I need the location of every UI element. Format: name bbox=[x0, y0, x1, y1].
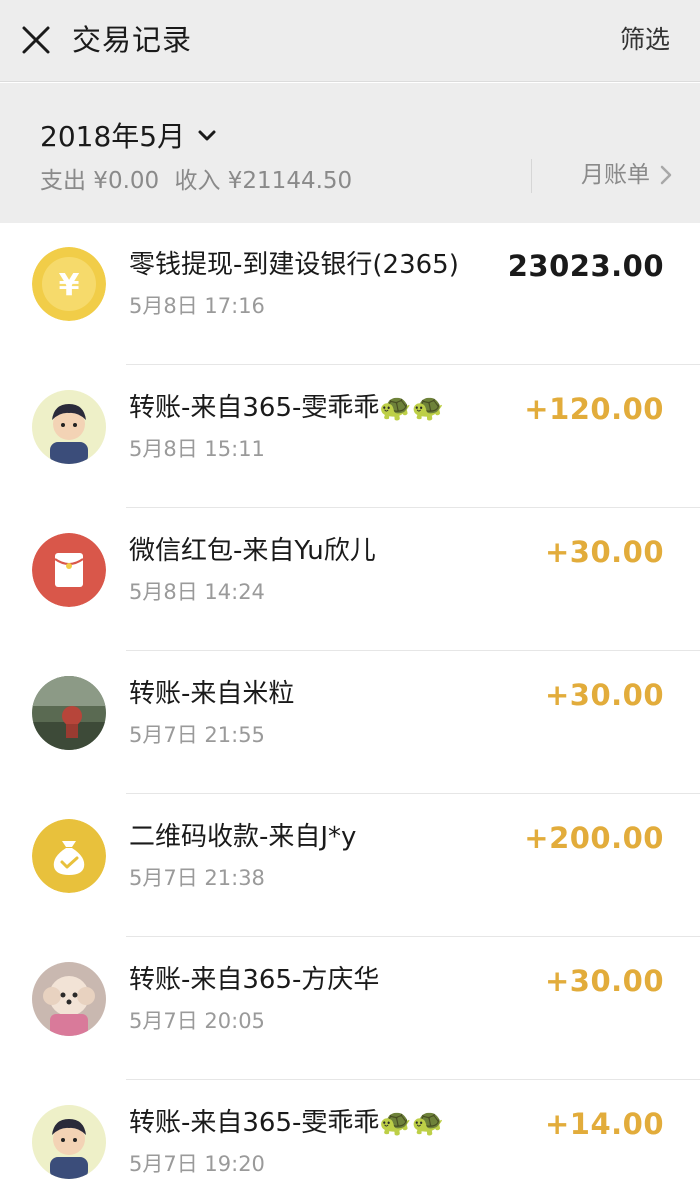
transaction-time: 5月8日 14:24 bbox=[129, 580, 265, 604]
money-bag-icon bbox=[32, 819, 106, 893]
transaction-title: 转账-来自米粒 bbox=[129, 679, 295, 709]
transaction-row[interactable]: 微信红包-来自Yu欣儿 5月8日 14:24 +30.00 bbox=[0, 509, 700, 651]
close-button[interactable] bbox=[18, 22, 54, 58]
transaction-title: 微信红包-来自Yu欣儿 bbox=[129, 536, 376, 566]
transaction-title: 二维码收款-来自J*y bbox=[129, 822, 357, 852]
dog-avatar bbox=[32, 962, 106, 1036]
child-avatar bbox=[32, 390, 106, 464]
transaction-amount: +30.00 bbox=[544, 964, 664, 998]
child-avatar bbox=[32, 1105, 106, 1179]
transaction-amount: 23023.00 bbox=[507, 249, 664, 283]
row-divider bbox=[126, 793, 700, 794]
row-divider bbox=[126, 936, 700, 937]
transaction-row[interactable]: 转账-来自365-雯乖乖🐢🐢 5月7日 19:20 +14.00 bbox=[0, 1081, 700, 1200]
transaction-amount: +14.00 bbox=[544, 1107, 664, 1141]
row-divider bbox=[126, 364, 700, 365]
transaction-row[interactable]: ¥ 零钱提现-到建设银行(2365) 5月8日 17:16 23023.00 bbox=[0, 223, 700, 365]
transaction-amount: +30.00 bbox=[544, 535, 664, 569]
transaction-row[interactable]: 转账-来自365-雯乖乖🐢🐢 5月8日 15:11 +120.00 bbox=[0, 366, 700, 508]
transaction-amount: +200.00 bbox=[524, 821, 664, 855]
transaction-time: 5月7日 19:20 bbox=[129, 1152, 265, 1176]
transaction-title: 转账-来自365-雯乖乖🐢🐢 bbox=[129, 393, 445, 423]
transaction-row[interactable]: 转账-来自米粒 5月7日 21:55 +30.00 bbox=[0, 652, 700, 794]
monthly-bill-link[interactable]: 月账单 bbox=[581, 159, 672, 191]
transaction-title: 零钱提现-到建设银行(2365) bbox=[129, 250, 459, 280]
transaction-time: 5月7日 20:05 bbox=[129, 1009, 265, 1033]
transaction-amount: +30.00 bbox=[544, 678, 664, 712]
row-divider bbox=[126, 650, 700, 651]
yuan-coin-icon: ¥ bbox=[32, 247, 106, 321]
transaction-amount: +120.00 bbox=[524, 392, 664, 426]
row-divider bbox=[126, 1079, 700, 1080]
transaction-time: 5月8日 15:11 bbox=[129, 437, 265, 461]
title-bar: 交易记录 筛选 bbox=[0, 0, 700, 82]
red-packet-icon bbox=[32, 533, 106, 607]
expense-total: 支出 ¥0.00 bbox=[40, 168, 160, 194]
transaction-title: 转账-来自365-方庆华 bbox=[129, 965, 380, 995]
transaction-row[interactable]: 转账-来自365-方庆华 5月7日 20:05 +30.00 bbox=[0, 938, 700, 1080]
page-title: 交易记录 bbox=[72, 23, 193, 57]
divider bbox=[531, 159, 532, 193]
monthly-bill-label: 月账单 bbox=[581, 162, 650, 188]
month-summary: 2018年5月 支出 ¥0.00 收入 ¥21144.50 月账单 bbox=[0, 83, 700, 223]
row-divider bbox=[126, 507, 700, 508]
svg-text:¥: ¥ bbox=[59, 268, 80, 303]
income-total: 收入 ¥21144.50 bbox=[174, 168, 353, 194]
transaction-title: 转账-来自365-雯乖乖🐢🐢 bbox=[129, 1108, 445, 1138]
month-stats: 支出 ¥0.00 收入 ¥21144.50 bbox=[40, 165, 352, 197]
chevron-right-icon bbox=[660, 165, 672, 185]
month-selector[interactable]: 2018年5月 bbox=[40, 115, 217, 155]
transaction-time: 5月7日 21:55 bbox=[129, 723, 265, 747]
close-icon bbox=[22, 26, 50, 54]
transaction-time: 5月8日 17:16 bbox=[129, 294, 265, 318]
transaction-row[interactable]: 二维码收款-来自J*y 5月7日 21:38 +200.00 bbox=[0, 795, 700, 937]
filter-button[interactable]: 筛选 bbox=[620, 22, 670, 58]
chevron-down-icon bbox=[198, 130, 216, 141]
month-label: 2018年5月 bbox=[40, 120, 186, 153]
outdoor-photo-avatar bbox=[32, 676, 106, 750]
transaction-time: 5月7日 21:38 bbox=[129, 866, 265, 890]
